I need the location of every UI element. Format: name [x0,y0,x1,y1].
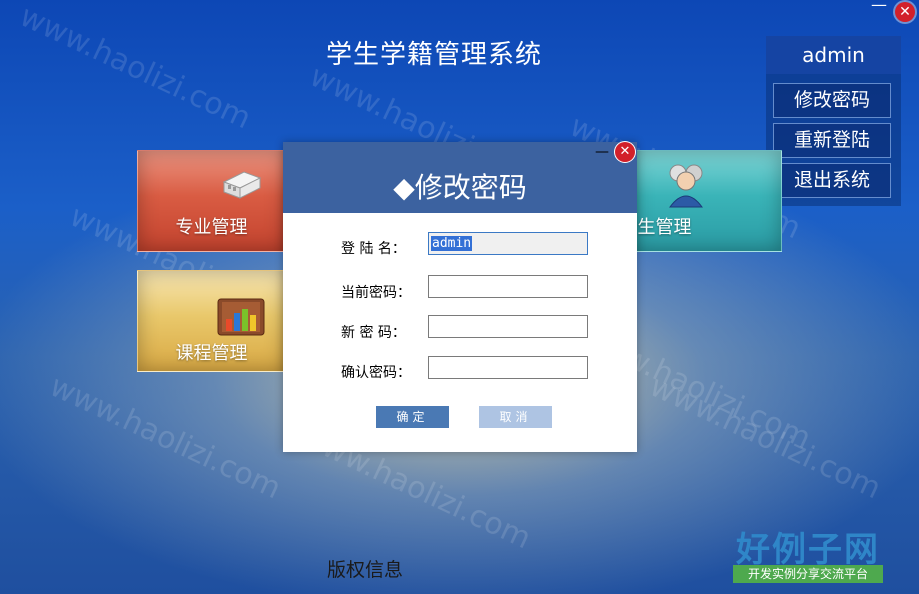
copyright-text: 版权信息 [327,559,404,581]
tile-course-management[interactable]: 课程管理 [137,270,286,372]
close-icon[interactable]: ✕ [895,2,915,22]
watermark: www.haolizi.com [44,368,287,507]
username-field[interactable]: admin [428,232,588,255]
tile-student-management[interactable]: 学生管理 [620,150,782,252]
new-password-field[interactable] [428,315,588,338]
relogin-button[interactable]: 重新登陆 [773,123,891,158]
dialog-close-icon[interactable]: ✕ [615,142,635,162]
tile-major-label: 专业管理 [175,217,248,238]
confirm-password-label: 确认密码： [341,365,411,381]
current-password-label: 当前密码： [341,285,411,301]
username-label: 登 陆 名： [341,241,406,257]
exit-system-button[interactable]: 退出系统 [773,163,891,198]
current-password-field[interactable] [428,275,588,298]
app-title: 学生学籍管理系统 [325,40,542,70]
site-logo: 好例子网 开发实例分享交流平台 [733,522,883,584]
tile-course-label: 课程管理 [175,343,248,364]
minimize-icon[interactable]: — [871,0,887,16]
username-value: admin [431,236,473,251]
users-icon [669,164,703,208]
logo-subtitle: 开发实例分享交流平台 [733,565,883,583]
change-password-button[interactable]: 修改密码 [773,83,891,118]
dialog-title: ◆修改密码 [393,171,527,204]
tile-major-management[interactable]: 专业管理 [137,150,286,252]
watermark: www.haolizi.com [644,368,887,507]
bar-chart-icon [217,298,265,336]
change-password-dialog: ◆修改密码 — ✕ 登 陆 名： admin 当前密码： 新 密 码： 确认密码… [283,142,637,452]
user-panel: admin 修改密码 重新登陆 退出系统 [766,36,901,206]
confirm-password-field[interactable] [428,356,588,379]
new-password-label: 新 密 码： [341,325,406,341]
ok-button[interactable]: 确定 [376,406,449,428]
dialog-header: ◆修改密码 — ✕ [283,142,637,213]
user-name: admin [766,36,901,74]
logo-title: 好例子网 [736,530,880,570]
cancel-button[interactable]: 取消 [479,406,552,428]
building-icon [222,171,262,199]
dialog-minimize-icon[interactable]: — [595,144,609,160]
